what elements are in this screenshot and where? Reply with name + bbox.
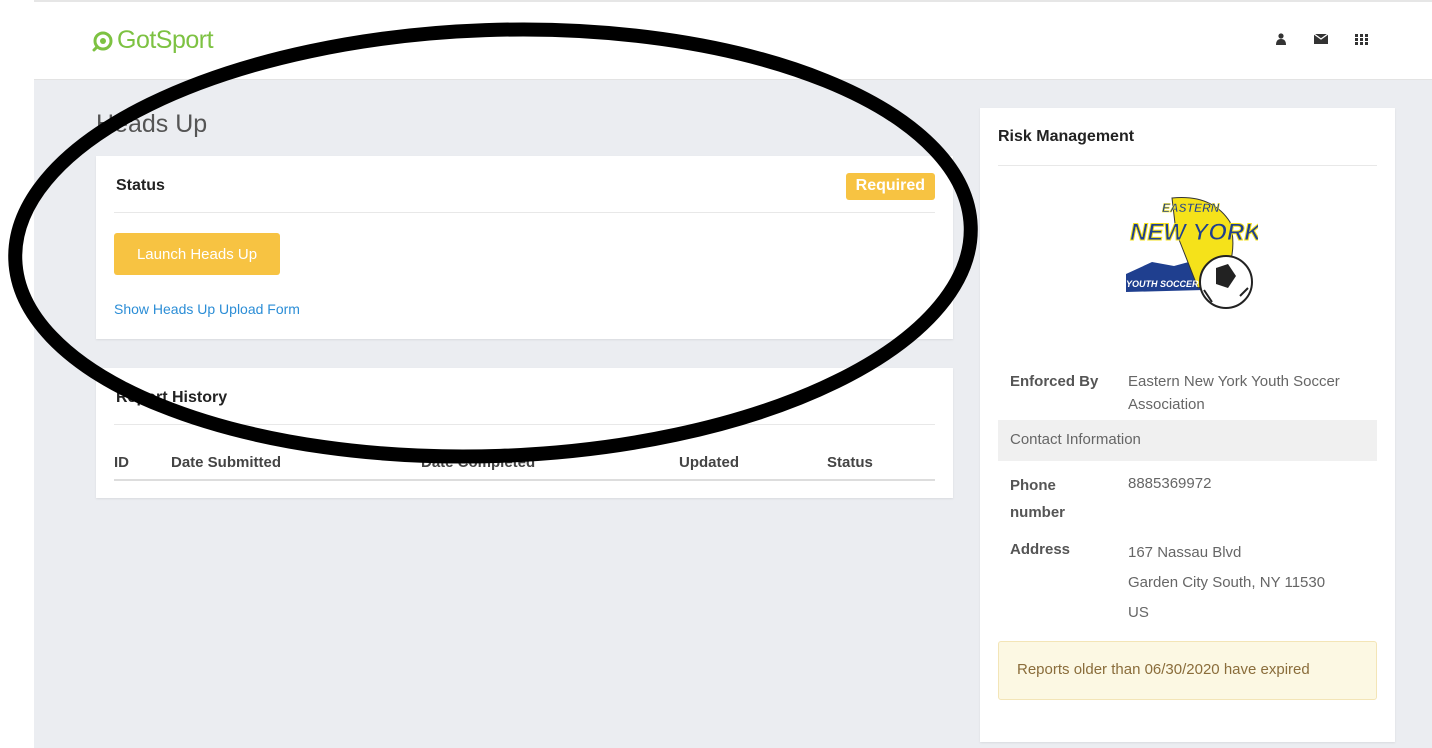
risk-management-header: Risk Management — [998, 108, 1377, 166]
address-label: Address — [1010, 541, 1071, 558]
logo-text-eastern: EASTERN — [1162, 201, 1220, 215]
column-header-id[interactable]: ID — [114, 448, 171, 481]
column-header-date-completed[interactable]: Date Completed — [421, 448, 679, 481]
expired-reports-alert: Reports older than 06/30/2020 have expir… — [998, 641, 1377, 700]
address-line-1: 167 Nassau Blvd — [1128, 544, 1242, 561]
address-value: 167 Nassau Blvd Garden City South, NY 11… — [1128, 538, 1371, 628]
report-history-title: Report History — [116, 389, 228, 406]
page-title: Heads Up — [96, 110, 208, 138]
column-header-status[interactable]: Status — [827, 448, 935, 481]
envelope-icon[interactable] — [1314, 32, 1328, 46]
gotsport-logo-icon — [92, 31, 113, 51]
top-navbar: GotSport — [34, 2, 1432, 80]
user-icon[interactable] — [1274, 32, 1288, 46]
risk-management-card: Risk Management EASTERN NEW YORK YOUTH S… — [980, 108, 1395, 742]
enforced-by-row: Enforced By Eastern New York Youth Socce… — [998, 370, 1377, 414]
enforced-by-label: Enforced By — [1010, 373, 1099, 390]
enforced-by-value: Eastern New York Youth Soccer Associatio… — [1128, 373, 1340, 414]
phone-row: Phone number 8885369972 — [998, 472, 1377, 521]
main-content: Heads Up Status Required Launch Heads Up… — [34, 80, 1432, 748]
nav-icon-group — [1274, 32, 1368, 46]
eastern-new-york-youth-soccer-logo: EASTERN NEW YORK YOUTH SOCCER — [1126, 197, 1258, 309]
launch-heads-up-button[interactable]: Launch Heads Up — [114, 233, 280, 275]
contact-information-heading: Contact Information — [998, 420, 1377, 461]
report-history-table: ID Date Submitted Date Completed Updated… — [114, 448, 935, 481]
phone-value: 8885369972 — [1128, 475, 1212, 492]
logo-text-new-york: NEW YORK — [1130, 219, 1258, 246]
address-row: Address 167 Nassau Blvd Garden City Sout… — [998, 538, 1377, 628]
logo-text-youth-soccer: YOUTH SOCCER — [1126, 279, 1199, 289]
apps-grid-icon[interactable] — [1354, 32, 1368, 46]
phone-label: Phone number — [1010, 477, 1066, 521]
show-upload-form-link[interactable]: Show Heads Up Upload Form — [114, 301, 300, 317]
column-header-date-submitted[interactable]: Date Submitted — [171, 448, 421, 481]
report-history-header: Report History — [114, 368, 935, 425]
gotsport-logo[interactable]: GotSport — [92, 26, 214, 55]
status-card-title: Status — [116, 177, 165, 194]
left-margin — [0, 0, 34, 748]
risk-management-title: Risk Management — [998, 128, 1135, 145]
address-line-3: US — [1128, 604, 1149, 621]
column-header-updated[interactable]: Updated — [679, 448, 827, 481]
table-header-row: ID Date Submitted Date Completed Updated… — [114, 448, 935, 481]
status-card: Status Required Launch Heads Up Show Hea… — [96, 156, 953, 339]
required-badge: Required — [845, 173, 935, 200]
address-line-2: Garden City South, NY 11530 — [1128, 574, 1326, 591]
report-history-card: Report History ID Date Submitted Date Co… — [96, 368, 953, 498]
status-card-header: Status Required — [114, 156, 935, 213]
logo-text: GotSport — [117, 26, 214, 54]
